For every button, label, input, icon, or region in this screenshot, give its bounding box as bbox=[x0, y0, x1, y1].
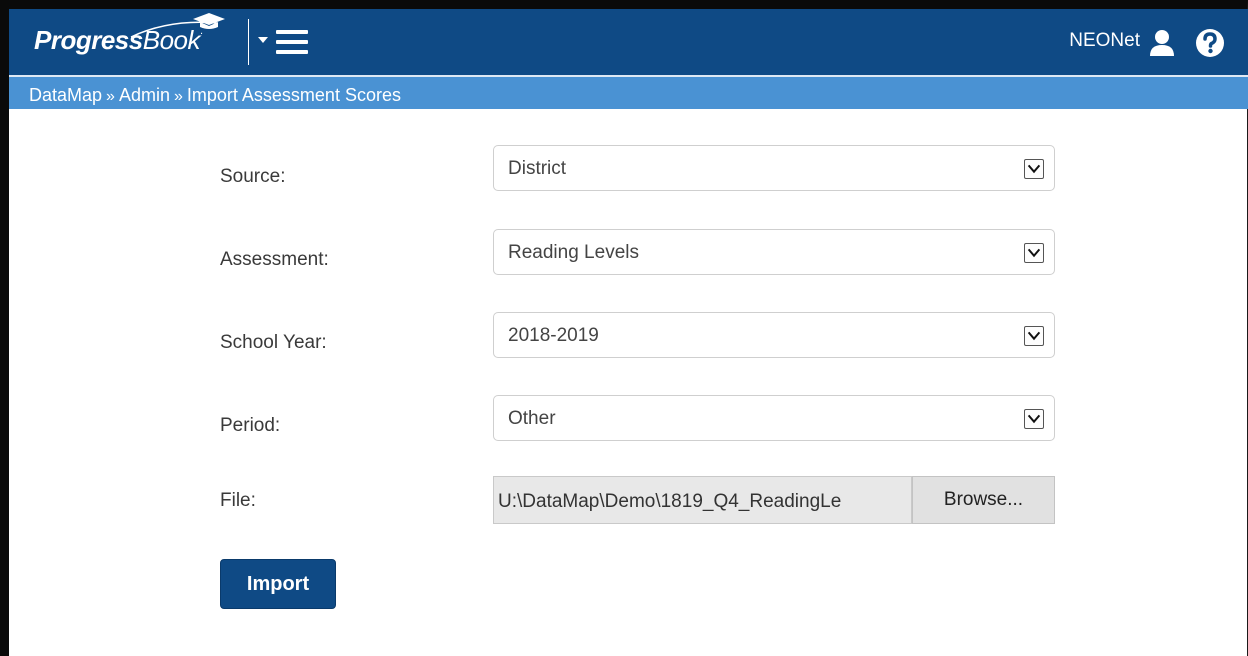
progressbook-logo[interactable]: ProgressBook. bbox=[34, 25, 203, 56]
school-year-label: School Year: bbox=[220, 332, 327, 353]
chevron-down-icon[interactable] bbox=[1024, 159, 1044, 179]
header-divider bbox=[248, 19, 249, 65]
caret-down-icon[interactable] bbox=[258, 37, 268, 43]
chevron-down-icon[interactable] bbox=[1024, 409, 1044, 429]
breadcrumb: DataMap» Admin» Import Assessment Scores bbox=[9, 75, 1248, 109]
import-button[interactable]: Import bbox=[220, 559, 336, 609]
organization-name[interactable]: NEONet bbox=[1069, 30, 1140, 52]
assessment-select[interactable]: Reading Levels bbox=[493, 229, 1055, 275]
breadcrumb-datamap[interactable]: DataMap bbox=[29, 85, 102, 105]
logo-text-bold: Progress bbox=[34, 25, 143, 55]
browse-button[interactable]: Browse... bbox=[912, 476, 1055, 524]
file-path-value: U:\DataMap\Demo\1819_Q4_ReadingLe bbox=[498, 491, 842, 512]
breadcrumb-current-page: Import Assessment Scores bbox=[186, 85, 401, 105]
top-navigation-bar: ProgressBook. NEONet bbox=[9, 9, 1248, 75]
logo-text-light: Book bbox=[142, 25, 201, 55]
file-label: File: bbox=[220, 490, 256, 511]
help-icon[interactable] bbox=[1195, 28, 1225, 58]
breadcrumb-trail: DataMap» Admin» Import Assessment Scores bbox=[29, 85, 401, 106]
file-path-input[interactable]: U:\DataMap\Demo\1819_Q4_ReadingLe bbox=[493, 476, 912, 524]
breadcrumb-admin[interactable]: Admin bbox=[119, 85, 170, 105]
source-select[interactable]: District bbox=[493, 145, 1055, 191]
source-label: Source: bbox=[220, 166, 286, 187]
logo-mark: . bbox=[200, 25, 203, 37]
chevron-down-icon[interactable] bbox=[1024, 243, 1044, 263]
hamburger-menu-icon[interactable] bbox=[276, 30, 308, 54]
user-icon[interactable] bbox=[1149, 29, 1175, 57]
breadcrumb-separator: » bbox=[173, 88, 183, 105]
period-select[interactable]: Other bbox=[493, 395, 1055, 441]
assessment-value: Reading Levels bbox=[508, 242, 639, 263]
source-value: District bbox=[508, 158, 567, 179]
period-label: Period: bbox=[220, 415, 281, 436]
breadcrumb-separator: » bbox=[106, 88, 115, 105]
chevron-down-icon[interactable] bbox=[1024, 326, 1044, 346]
period-value: Other bbox=[508, 408, 556, 429]
school-year-select[interactable]: 2018-2019 bbox=[493, 312, 1055, 358]
window-frame: ProgressBook. NEONet DataMap» Admin» Impor… bbox=[0, 0, 1248, 656]
assessment-label: Assessment: bbox=[220, 249, 329, 270]
school-year-value: 2018-2019 bbox=[508, 325, 599, 346]
